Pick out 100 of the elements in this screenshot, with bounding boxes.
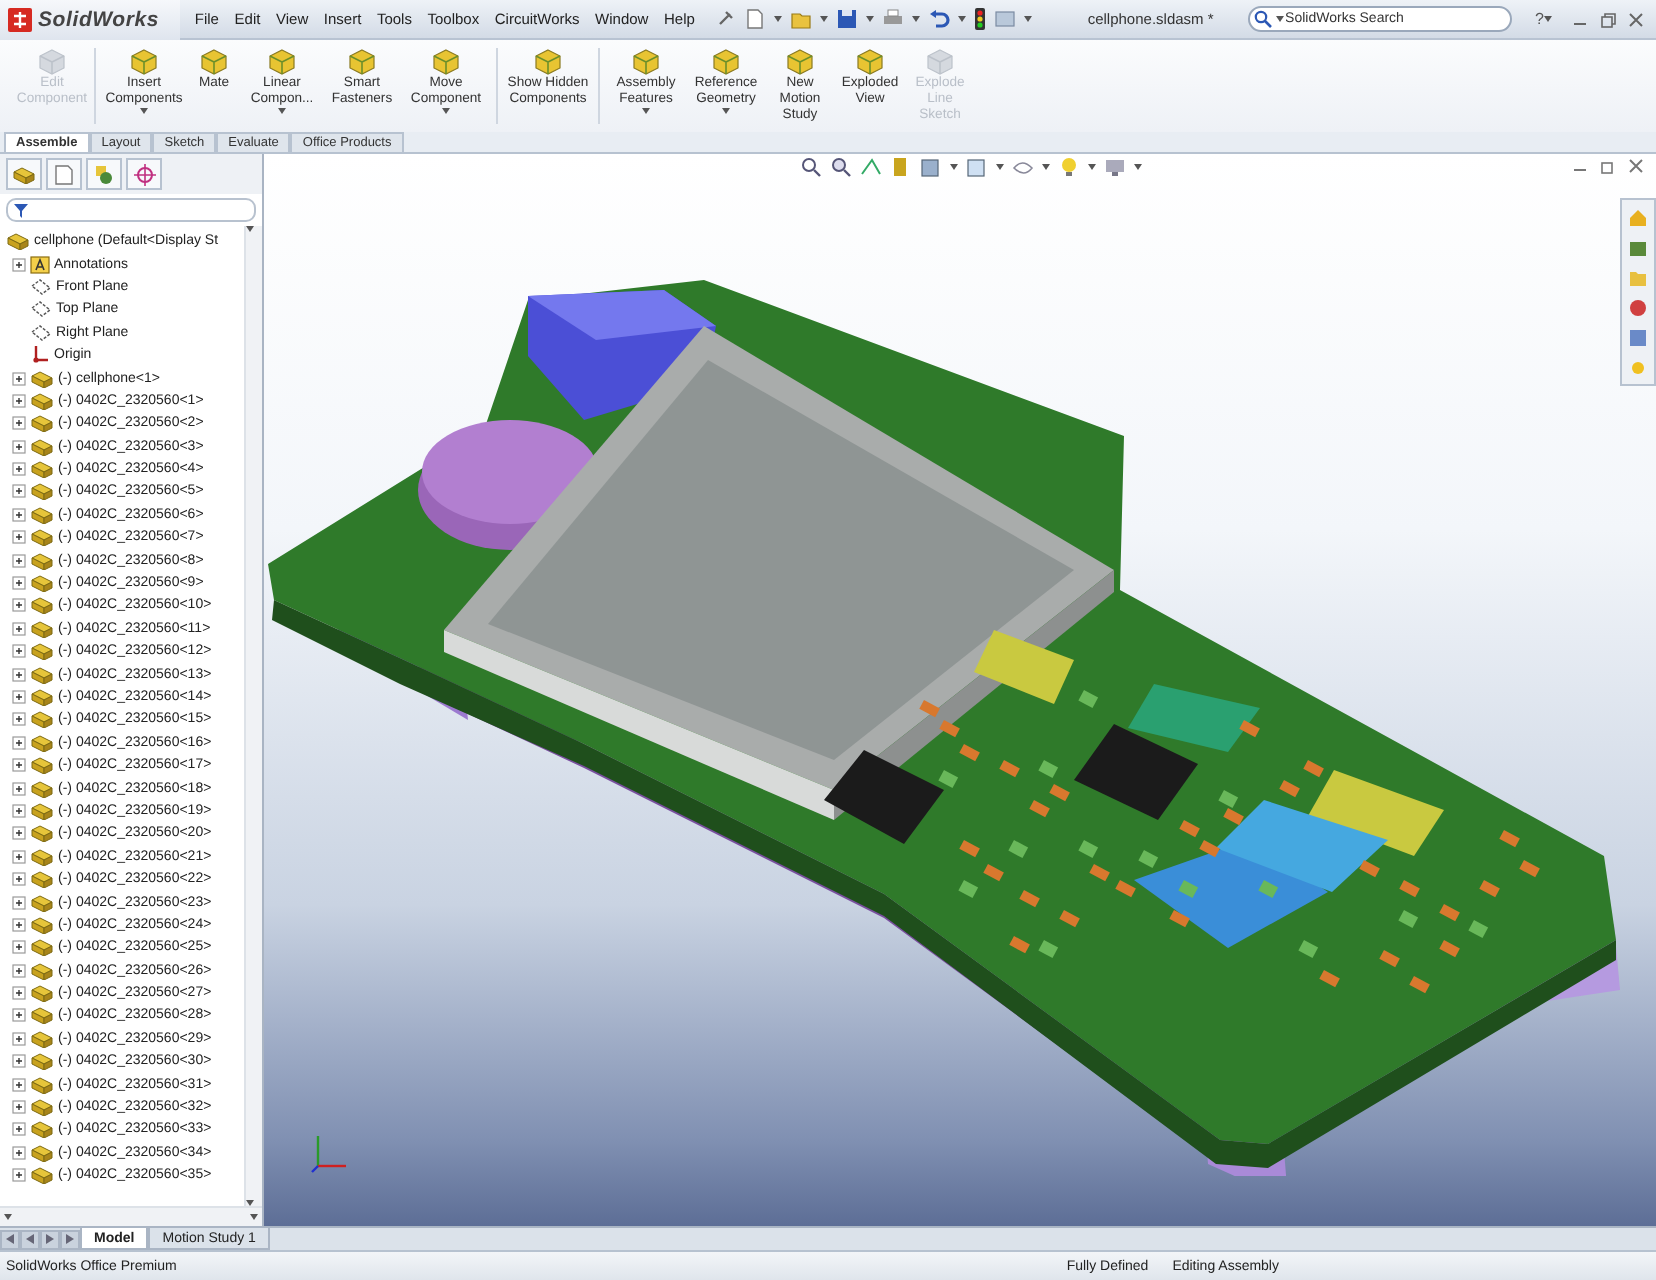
expand-icon[interactable] <box>12 735 26 750</box>
caret-icon[interactable] <box>1544 16 1552 22</box>
component-icon <box>6 232 30 251</box>
zoom-icon[interactable] <box>800 156 822 178</box>
expand-icon[interactable] <box>12 393 26 408</box>
hide-show-icon[interactable] <box>1012 156 1034 178</box>
task-pane-button[interactable] <box>1626 324 1650 350</box>
task-pane-button[interactable] <box>1626 294 1650 320</box>
monitor-icon[interactable] <box>1104 156 1126 178</box>
expand-icon[interactable] <box>12 1054 26 1069</box>
expand-icon[interactable] <box>12 963 26 978</box>
expand-icon[interactable] <box>12 849 26 864</box>
save-icon[interactable] <box>835 8 858 30</box>
caret-icon[interactable] <box>4 1214 12 1220</box>
expand-icon[interactable] <box>12 1008 26 1023</box>
horizontal-scrollbar[interactable] <box>0 1206 262 1226</box>
expand-icon[interactable] <box>12 621 26 636</box>
feature-tree-tab[interactable] <box>6 158 42 190</box>
caret-icon[interactable] <box>773 16 782 22</box>
expand-icon[interactable] <box>12 598 26 613</box>
expand-icon[interactable] <box>12 1145 26 1160</box>
arrow-icon <box>26 1234 34 1244</box>
vertical-scrollbar[interactable] <box>244 226 262 1206</box>
tab-scroll-button[interactable] <box>60 1229 80 1249</box>
expand-icon[interactable] <box>12 1077 26 1092</box>
restore-icon[interactable] <box>1600 11 1616 27</box>
expand-icon[interactable] <box>12 1168 26 1183</box>
expand-icon[interactable] <box>12 803 26 818</box>
expand-icon[interactable] <box>12 1100 26 1115</box>
caret-icon[interactable] <box>722 108 730 114</box>
component-icon <box>30 984 54 1003</box>
caret-icon[interactable] <box>819 16 828 22</box>
caret-icon[interactable] <box>957 16 966 22</box>
expand-icon[interactable] <box>12 462 26 477</box>
zoom-icon[interactable] <box>830 156 852 178</box>
tab-scroll-button[interactable] <box>20 1229 40 1249</box>
expand-icon[interactable] <box>12 826 26 841</box>
caret-icon[interactable] <box>642 108 650 114</box>
caret-icon[interactable] <box>246 226 254 232</box>
tab-scroll-button[interactable] <box>40 1229 60 1249</box>
caret-icon[interactable] <box>1088 164 1096 170</box>
folder-icon <box>1628 267 1648 287</box>
expand-icon[interactable] <box>12 986 26 1001</box>
traffic-light-icon[interactable] <box>973 8 986 30</box>
component-icon <box>30 1143 54 1162</box>
new-document-icon[interactable] <box>743 8 766 30</box>
cube-icon <box>268 48 296 76</box>
expand-icon[interactable] <box>12 416 26 431</box>
configuration-tab[interactable] <box>86 158 122 190</box>
expand-icon[interactable] <box>12 690 26 704</box>
expand-icon[interactable] <box>12 553 26 568</box>
component-icon <box>30 756 54 775</box>
caret-icon[interactable] <box>1275 16 1284 22</box>
close-icon[interactable] <box>1628 158 1644 174</box>
caret-icon[interactable] <box>442 108 450 114</box>
expand-icon[interactable] <box>12 781 26 796</box>
expand-icon[interactable] <box>12 484 26 499</box>
cube-icon <box>712 48 740 76</box>
graphics-area[interactable] <box>264 154 1656 1226</box>
component-icon <box>30 1052 54 1071</box>
caret-icon[interactable] <box>1134 164 1142 170</box>
filter-field[interactable] <box>6 198 256 222</box>
expand-icon[interactable] <box>12 257 26 272</box>
component-icon <box>30 733 54 752</box>
restore-icon[interactable] <box>1600 158 1616 174</box>
component-icon <box>30 505 54 524</box>
expand-icon[interactable] <box>12 507 26 522</box>
expand-icon[interactable] <box>12 895 26 910</box>
caret-icon[interactable] <box>950 164 958 170</box>
component-icon <box>30 1166 54 1185</box>
close-icon[interactable] <box>1628 11 1644 27</box>
expand-icon[interactable] <box>12 940 26 955</box>
caret-icon[interactable] <box>996 164 1004 170</box>
expand-icon[interactable] <box>12 439 26 454</box>
printer-icon[interactable] <box>881 8 904 30</box>
caret-icon[interactable] <box>278 108 286 114</box>
filter-icon[interactable] <box>14 203 28 217</box>
caret-icon[interactable] <box>865 16 874 22</box>
expand-icon[interactable] <box>12 644 26 659</box>
appearance-tab[interactable] <box>126 158 162 190</box>
expand-icon[interactable] <box>12 712 26 727</box>
expand-icon[interactable] <box>12 1122 26 1137</box>
undo-icon[interactable] <box>927 8 950 30</box>
caret-icon[interactable] <box>1023 16 1032 22</box>
caret-icon[interactable] <box>140 108 148 114</box>
expand-icon[interactable] <box>12 758 26 773</box>
tab-scroll-button[interactable] <box>0 1229 20 1249</box>
expand-icon[interactable] <box>12 667 26 682</box>
expand-icon[interactable] <box>12 917 26 932</box>
expand-icon[interactable] <box>12 576 26 591</box>
expand-icon[interactable] <box>12 872 26 887</box>
light-bulb-icon[interactable] <box>1058 156 1080 178</box>
property-tab[interactable] <box>46 158 82 190</box>
caret-icon[interactable] <box>1042 164 1050 170</box>
expand-icon[interactable] <box>12 371 26 386</box>
search-icon[interactable] <box>1253 10 1272 28</box>
expand-icon[interactable] <box>12 1031 26 1046</box>
expand-icon[interactable] <box>12 530 26 545</box>
help-button[interactable]: ? <box>1535 10 1544 28</box>
caret-icon[interactable] <box>911 16 920 22</box>
